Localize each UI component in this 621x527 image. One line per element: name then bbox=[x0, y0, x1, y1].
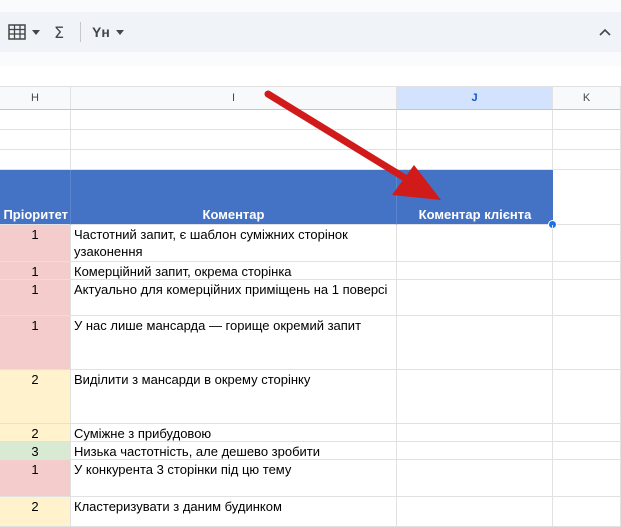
chevron-down-icon bbox=[115, 29, 124, 35]
column-letter: J bbox=[471, 92, 478, 104]
priority-cell-text: 1 bbox=[31, 227, 39, 242]
grid-cell[interactable] bbox=[553, 424, 621, 442]
grid-cell[interactable] bbox=[553, 225, 621, 262]
grid-cell[interactable] bbox=[397, 150, 553, 170]
sigma-icon: Σ bbox=[54, 22, 65, 42]
grid-cell[interactable] bbox=[553, 262, 621, 280]
grid-cell[interactable] bbox=[553, 370, 621, 424]
comment-cell-text: Комерційний запит, окрема сторінка bbox=[74, 264, 292, 279]
chevron-up-icon bbox=[599, 28, 611, 36]
priority-cell-text: 1 bbox=[31, 264, 39, 279]
grid-cell[interactable] bbox=[553, 150, 621, 170]
grid-cell[interactable] bbox=[71, 150, 397, 170]
grid-cell[interactable] bbox=[0, 130, 71, 150]
format-menu-button[interactable]: Yн bbox=[92, 12, 124, 52]
table-format-icon bbox=[8, 24, 26, 40]
comment-cell[interactable]: У конкурента 3 сторінки під цю тему bbox=[71, 460, 397, 497]
priority-cell[interactable]: 2 bbox=[0, 424, 71, 442]
comment-cell-text: Низька частотність, але дешево зробити bbox=[74, 444, 321, 459]
functions-button[interactable]: Σ bbox=[54, 12, 64, 52]
priority-cell[interactable]: 1 bbox=[0, 225, 71, 262]
column-letter: H bbox=[31, 92, 39, 104]
collapse-toolbar-button[interactable] bbox=[599, 12, 611, 52]
client-comment-cell[interactable] bbox=[397, 370, 553, 424]
toolbar: Σ Yн bbox=[0, 12, 621, 52]
column-header-i[interactable]: I bbox=[71, 86, 397, 110]
comment-cell[interactable]: У нас лише мансарда — горище окремий зап… bbox=[71, 316, 397, 370]
grid-cell[interactable] bbox=[553, 280, 621, 316]
priority-cell-text: 1 bbox=[31, 462, 39, 477]
client-comment-cell[interactable] bbox=[397, 280, 553, 316]
grid-cell[interactable] bbox=[553, 460, 621, 497]
column-letter: K bbox=[582, 92, 591, 104]
comment-cell[interactable]: Виділити з мансарди в окрему сторінку bbox=[71, 370, 397, 424]
column-header-j[interactable]: J bbox=[397, 86, 553, 110]
chevron-down-icon bbox=[32, 29, 40, 35]
priority-cell-text: 1 bbox=[31, 282, 39, 297]
priority-cell[interactable]: 1 bbox=[0, 280, 71, 316]
priority-cell[interactable]: 2 bbox=[0, 370, 71, 424]
priority-cell-text: 2 bbox=[31, 426, 39, 441]
comment-cell-text: Суміжне з прибудовою bbox=[74, 426, 212, 441]
table-format-button[interactable] bbox=[8, 12, 40, 52]
header-cell-priority[interactable]: Пріоритет bbox=[0, 170, 71, 225]
comment-cell-text: Частотний запит, є шаблон суміжних сторі… bbox=[74, 227, 348, 259]
grid-cell[interactable] bbox=[397, 130, 553, 150]
column-header-h[interactable]: H bbox=[0, 86, 71, 110]
column-letter: I bbox=[231, 92, 236, 104]
client-comment-cell[interactable] bbox=[397, 225, 553, 262]
grid-cell[interactable] bbox=[553, 130, 621, 150]
spreadsheet-grid: H I J K Пріоритет Коментар Коментар кліє… bbox=[0, 86, 621, 527]
client-comment-cell[interactable] bbox=[397, 424, 553, 442]
comment-cell[interactable]: Кластеризувати з даним будинком bbox=[71, 497, 397, 527]
client-comment-cell[interactable] bbox=[397, 460, 553, 497]
header-cell-client-comment[interactable]: Коментар клієнта bbox=[397, 170, 553, 225]
comment-cell-text: У нас лише мансарда — горище окремий зап… bbox=[74, 318, 362, 333]
comment-cell[interactable]: Актуально для комерційних приміщень на 1… bbox=[71, 280, 397, 316]
client-comment-cell[interactable] bbox=[397, 316, 553, 370]
grid-cell[interactable] bbox=[553, 316, 621, 370]
grid-cell[interactable] bbox=[0, 150, 71, 170]
client-comment-cell[interactable] bbox=[397, 262, 553, 280]
comment-cell-text: Актуально для комерційних приміщень на 1… bbox=[74, 282, 388, 297]
column-header-k[interactable]: K bbox=[553, 86, 621, 110]
comment-cell[interactable]: Низька частотність, але дешево зробити bbox=[71, 442, 397, 460]
format-icon: Yн bbox=[92, 24, 110, 40]
grid-cell[interactable] bbox=[0, 110, 71, 130]
priority-cell[interactable]: 1 bbox=[0, 316, 71, 370]
comment-cell-text: У конкурента 3 сторінки під цю тему bbox=[74, 462, 292, 477]
comment-cell[interactable]: Частотний запит, є шаблон суміжних сторі… bbox=[71, 225, 397, 262]
grid-cell[interactable] bbox=[397, 110, 553, 130]
header-label: Пріоритет bbox=[3, 207, 68, 222]
header-cell-comment[interactable]: Коментар bbox=[71, 170, 397, 225]
header-label: Коментар клієнта bbox=[418, 207, 532, 222]
priority-cell-text: 2 bbox=[31, 372, 39, 387]
grid-cell[interactable] bbox=[553, 110, 621, 130]
priority-cell[interactable]: 1 bbox=[0, 262, 71, 280]
priority-cell[interactable]: 2 bbox=[0, 497, 71, 527]
grid-cell[interactable] bbox=[553, 170, 621, 225]
comment-cell[interactable]: Суміжне з прибудовою bbox=[71, 424, 397, 442]
priority-cell-text: 3 bbox=[31, 444, 39, 459]
grid-cell[interactable] bbox=[553, 497, 621, 527]
priority-cell-text: 1 bbox=[31, 318, 39, 333]
client-comment-cell[interactable] bbox=[397, 497, 553, 527]
grid-cell[interactable] bbox=[71, 110, 397, 130]
header-label: Коментар bbox=[202, 207, 265, 222]
grid-cell[interactable] bbox=[553, 442, 621, 460]
toolbar-divider bbox=[80, 22, 81, 42]
comment-cell-text: Виділити з мансарди в окрему сторінку bbox=[74, 372, 311, 387]
priority-cell[interactable]: 1 bbox=[0, 460, 71, 497]
comment-cell[interactable]: Комерційний запит, окрема сторінка bbox=[71, 262, 397, 280]
client-comment-cell[interactable] bbox=[397, 442, 553, 460]
priority-cell[interactable]: 3 bbox=[0, 442, 71, 460]
grid-cell[interactable] bbox=[71, 130, 397, 150]
